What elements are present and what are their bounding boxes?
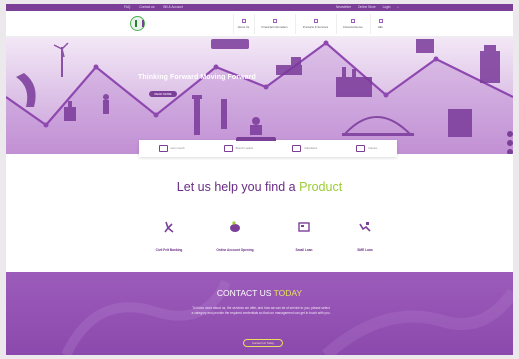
nav-item-financial-information[interactable]: Financial Information <box>254 14 294 34</box>
quick-links-bar: Get in touch Branch Locator Calculators … <box>139 137 397 157</box>
handshake-icon <box>358 220 372 234</box>
product-label: Small Loan <box>295 248 313 252</box>
top-utility-bar: FAQ Contact us Bill & Account Newsletter… <box>6 4 513 11</box>
contact-heading: CONTACT US TODAY <box>6 288 513 298</box>
slider-dot[interactable] <box>507 131 513 137</box>
quick-link-branch-locator[interactable]: Branch Locator <box>223 145 254 152</box>
contact-heading-text: CONTACT US <box>216 288 274 298</box>
nav-item-label: About Us <box>237 25 250 29</box>
nav-item-about[interactable]: About Us <box>233 14 253 34</box>
piggy-bank-icon <box>228 220 242 234</box>
loan-icon <box>297 220 311 234</box>
nav-item-label: Financial Information <box>261 25 288 29</box>
page: FAQ Contact us Bill & Account Newsletter… <box>6 4 513 355</box>
login-link[interactable]: Login <box>383 5 391 9</box>
quick-links-tab <box>236 137 276 141</box>
product-online-account-opening[interactable]: Online Account Opening <box>205 220 265 252</box>
quick-link-get-in-touch[interactable]: Get in touch <box>158 145 185 152</box>
product-civil-felt-banking[interactable]: Civil Felt Banking <box>139 220 199 252</box>
quick-link-label: Careers <box>368 147 378 150</box>
nav-item-financial-home[interactable]: Financial Home <box>336 14 369 34</box>
newsletter-link[interactable]: Newsletter <box>336 5 351 9</box>
slider-dots <box>507 131 513 154</box>
quick-link-label: Branch Locator <box>235 147 254 150</box>
hand-icon <box>162 220 176 234</box>
nav-item-label: Products & Services <box>302 25 329 29</box>
help-heading-text: Let us help you find a <box>176 180 300 194</box>
slider-dot[interactable] <box>507 140 513 146</box>
product-list: Civil Felt Banking Online Account Openin… <box>139 220 382 262</box>
quick-link-careers[interactable]: Careers <box>356 145 377 152</box>
top-left-links: FAQ Contact us Bill & Account <box>124 5 191 9</box>
hero-title: Thinking Forward Moving Forward <box>138 74 256 81</box>
bill-account-link[interactable]: Bill & Account <box>163 5 183 9</box>
nav-item-hel[interactable]: HEL <box>370 14 390 34</box>
online-store-link[interactable]: Online Store <box>358 5 376 9</box>
help-icon <box>378 19 383 23</box>
nav-item-products-services[interactable]: Products & Services <box>295 14 335 34</box>
contact-link[interactable]: Contact us <box>139 5 154 9</box>
help-heading: Let us help you find a Product <box>6 180 513 194</box>
search-icon[interactable]: ⌕ <box>397 5 399 9</box>
people-icon <box>356 145 366 152</box>
help-heading-highlight: Product <box>299 180 343 194</box>
bank-logo-icon[interactable] <box>130 16 145 31</box>
home-icon <box>351 19 355 23</box>
nav-item-label: Financial Home <box>343 25 363 29</box>
contact-description: To know more about us, the services we o… <box>191 306 331 315</box>
map-icon <box>223 145 233 152</box>
nav-item-label: HEL <box>377 25 384 29</box>
product-sme-loan[interactable]: SME Loan <box>335 220 395 252</box>
product-label: Online Account Opening <box>216 248 254 252</box>
contact-us-button[interactable]: Contact Us Today <box>243 339 283 347</box>
nav-menu: About Us Financial Information Products … <box>233 14 391 34</box>
product-small-loan[interactable]: Small Loan <box>274 220 334 252</box>
product-label: Civil Felt Banking <box>155 248 183 252</box>
quick-link-label: Calculators <box>304 147 318 150</box>
product-label: SME Loan <box>357 248 373 252</box>
quick-link-label: Get in touch <box>170 147 185 150</box>
quick-link-calculators[interactable]: Calculators <box>292 145 317 152</box>
contact-heading-highlight: TODAY <box>273 288 303 298</box>
calculator-icon <box>292 145 302 152</box>
briefcase-icon <box>313 19 318 23</box>
faq-link[interactable]: FAQ <box>124 5 130 9</box>
report-icon <box>272 19 277 23</box>
info-icon <box>241 19 246 23</box>
phone-icon <box>158 145 168 152</box>
slider-dot[interactable] <box>507 149 513 154</box>
read-more-button[interactable]: READ MORE <box>149 91 177 97</box>
main-navbar: About Us Financial Information Products … <box>6 11 513 37</box>
contact-section: CONTACT US TODAY To know more about us, … <box>6 272 513 355</box>
top-right-links: Newsletter Online Store Login ⌕ <box>336 5 405 9</box>
